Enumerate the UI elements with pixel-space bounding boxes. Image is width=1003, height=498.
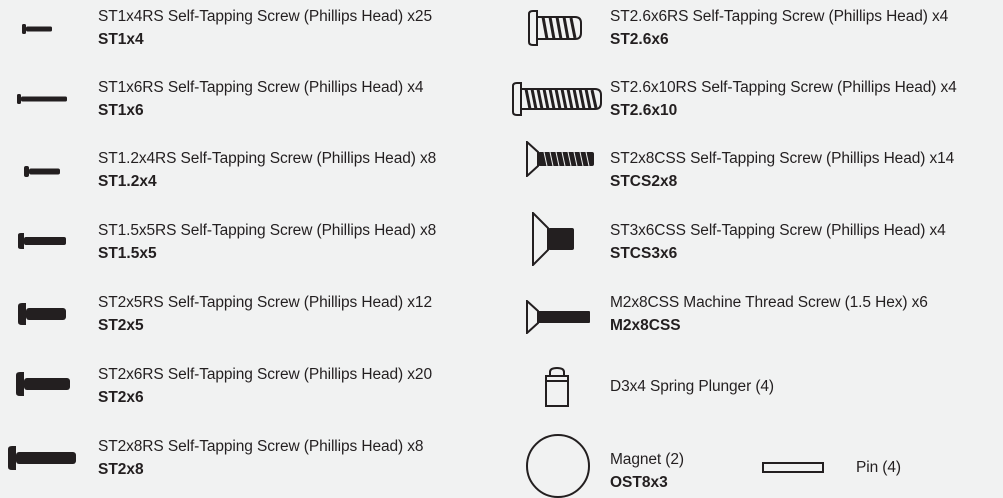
countersunk-screw-icon <box>526 141 596 177</box>
item-code: ST2x8 <box>98 461 144 478</box>
item-code: ST2.6x10 <box>610 102 678 119</box>
spring-plunger-icon <box>541 367 573 407</box>
item-description: ST2x5RS Self-Tapping Screw (Phillips Hea… <box>98 294 432 311</box>
item-description: ST2x8CSS Self-Tapping Screw (Phillips He… <box>610 150 955 167</box>
item-description: ST2x8RS Self-Tapping Screw (Phillips Hea… <box>98 438 424 455</box>
item-code: ST1x4 <box>98 31 144 48</box>
screw-icon <box>18 303 68 325</box>
item-code: M2x8CSS <box>610 317 681 334</box>
screw-icon <box>16 372 72 396</box>
item-code: ST1x6 <box>98 102 144 119</box>
item-code: STCS2x8 <box>610 173 678 190</box>
item-code: ST1.5x5 <box>98 245 157 262</box>
item-description: ST1.2x4RS Self-Tapping Screw (Phillips H… <box>98 150 437 167</box>
item-code: ST2x5 <box>98 317 144 334</box>
countersunk-screw-icon <box>526 300 592 334</box>
screw-icon <box>8 446 78 470</box>
item-code: ST1.2x4 <box>98 173 157 190</box>
item-description: Magnet (2) <box>610 451 684 468</box>
item-code: OST8x3 <box>610 474 668 491</box>
item-description: ST3x6CSS Self-Tapping Screw (Phillips He… <box>610 222 946 239</box>
screw-small-icon <box>17 94 69 104</box>
threaded-screw-icon <box>527 10 583 46</box>
pin-icon <box>762 462 824 474</box>
item-description: ST1x4RS Self-Tapping Screw (Phillips Hea… <box>98 8 432 25</box>
screw-small-icon <box>24 166 62 177</box>
screw-icon <box>18 233 68 249</box>
item-code: STCS3x6 <box>610 245 678 262</box>
item-description: ST2.6x6RS Self-Tapping Screw (Phillips H… <box>610 8 949 25</box>
threaded-screw-icon <box>511 82 603 116</box>
item-description: ST2x6RS Self-Tapping Screw (Phillips Hea… <box>98 366 432 383</box>
pin-description: Pin (4) <box>856 459 901 476</box>
screw-small-icon <box>22 24 54 34</box>
item-description: ST2.6x10RS Self-Tapping Screw (Phillips … <box>610 79 957 96</box>
item-description: ST1.5x5RS Self-Tapping Screw (Phillips H… <box>98 222 437 239</box>
item-code: ST2.6x6 <box>610 31 669 48</box>
item-description: ST1x6RS Self-Tapping Screw (Phillips Hea… <box>98 79 424 96</box>
magnet-icon <box>526 434 590 498</box>
item-description: M2x8CSS Machine Thread Screw (1.5 Hex) x… <box>610 294 928 311</box>
countersunk-screw-icon <box>532 212 576 266</box>
item-code: ST2x6 <box>98 389 144 406</box>
item-description: D3x4 Spring Plunger (4) <box>610 378 774 395</box>
